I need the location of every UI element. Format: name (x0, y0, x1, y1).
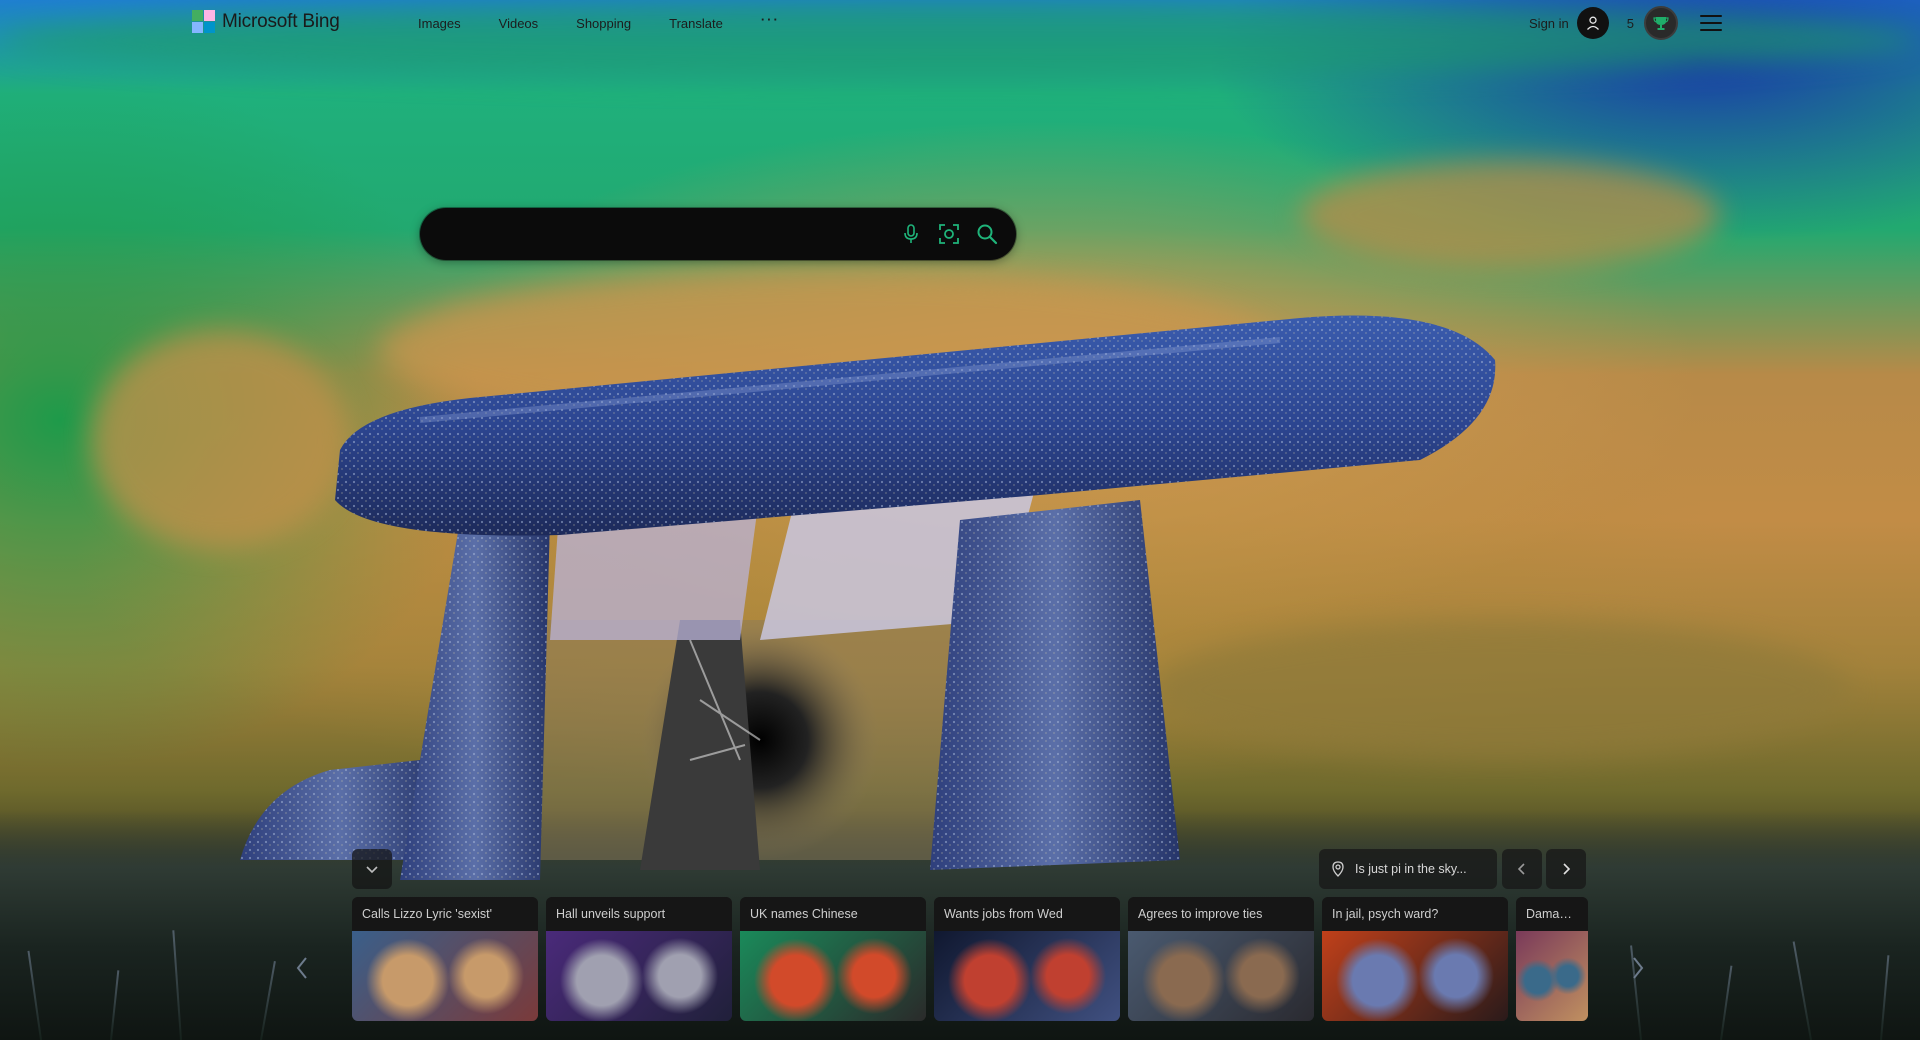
top-nav: Images Videos Shopping Translate ··· (418, 12, 818, 31)
rewards-trophy-icon[interactable] (1644, 6, 1678, 40)
nav-translate[interactable]: Translate (669, 16, 723, 31)
location-pin-icon (1331, 861, 1345, 877)
sign-in-link[interactable]: Sign in (1529, 16, 1569, 31)
news-card-thumbnail (1322, 931, 1508, 1021)
search-input[interactable] (420, 207, 896, 261)
account-area: Sign in 5 (1529, 6, 1722, 40)
news-card-thumbnail (352, 931, 538, 1021)
background-image (0, 0, 1920, 1040)
news-card-thumbnail (546, 931, 732, 1021)
search-icon[interactable] (972, 219, 1002, 249)
news-card-thumbnail (934, 931, 1120, 1021)
news-card-title: Wants jobs from Wed (934, 897, 1120, 931)
chevron-left-icon (1517, 863, 1525, 875)
microphone-icon[interactable] (896, 219, 926, 249)
top-header: Microsoft Bing Images Videos Shopping Tr… (0, 0, 1920, 48)
news-card-thumbnail (1516, 931, 1588, 1021)
chevron-down-icon (366, 866, 378, 874)
visual-search-icon[interactable] (934, 219, 964, 249)
brand-name: Microsoft Bing (222, 10, 340, 32)
news-card-thumbnail (740, 931, 926, 1021)
news-carousel: Calls Lizzo Lyric 'sexist' Hall unveils … (352, 897, 1588, 1021)
news-card[interactable]: Damage fro (1516, 897, 1588, 1021)
microsoft-logo-icon (192, 10, 215, 33)
chevron-left-icon (296, 957, 307, 979)
hamburger-menu-icon[interactable] (1700, 15, 1722, 31)
nav-images[interactable]: Images (418, 16, 461, 31)
bing-logo[interactable]: Microsoft Bing (192, 10, 340, 33)
image-info-pill[interactable]: Is just pi in the sky... (1319, 849, 1497, 889)
user-avatar-icon[interactable] (1576, 7, 1609, 39)
news-card[interactable]: Calls Lizzo Lyric 'sexist' (352, 897, 538, 1021)
prev-image-button[interactable] (1502, 849, 1542, 889)
dolmen-stones (240, 315, 1496, 880)
next-image-button[interactable] (1546, 849, 1586, 889)
rewards-points[interactable]: 5 (1627, 16, 1634, 31)
chevron-right-icon (1563, 863, 1571, 875)
news-card-title: Hall unveils support (546, 897, 732, 931)
image-info-text: Is just pi in the sky... (1355, 862, 1467, 876)
news-card-thumbnail (1128, 931, 1314, 1021)
news-card-title: Agrees to improve ties (1128, 897, 1314, 931)
news-card-list: Calls Lizzo Lyric 'sexist' Hall unveils … (352, 897, 1588, 1021)
news-card[interactable]: Agrees to improve ties (1128, 897, 1314, 1021)
news-card-title: Calls Lizzo Lyric 'sexist' (352, 897, 538, 931)
news-card-title: UK names Chinese (740, 897, 926, 931)
carousel-next-button[interactable] (1624, 948, 1652, 988)
news-card[interactable]: Hall unveils support (546, 897, 732, 1021)
search-box (420, 207, 1016, 261)
news-card[interactable]: Wants jobs from Wed (934, 897, 1120, 1021)
nav-more-button[interactable]: ··· (761, 12, 780, 31)
news-card-title: In jail, psych ward? (1322, 897, 1508, 931)
news-card[interactable]: In jail, psych ward? (1322, 897, 1508, 1021)
nav-shopping[interactable]: Shopping (576, 16, 631, 31)
nav-videos[interactable]: Videos (499, 16, 539, 31)
carousel-prev-button[interactable] (288, 948, 316, 988)
news-card[interactable]: UK names Chinese (740, 897, 926, 1021)
news-card-title: Damage fro (1516, 897, 1588, 931)
collapse-feed-button[interactable] (352, 849, 392, 889)
chevron-right-icon (1633, 957, 1644, 979)
